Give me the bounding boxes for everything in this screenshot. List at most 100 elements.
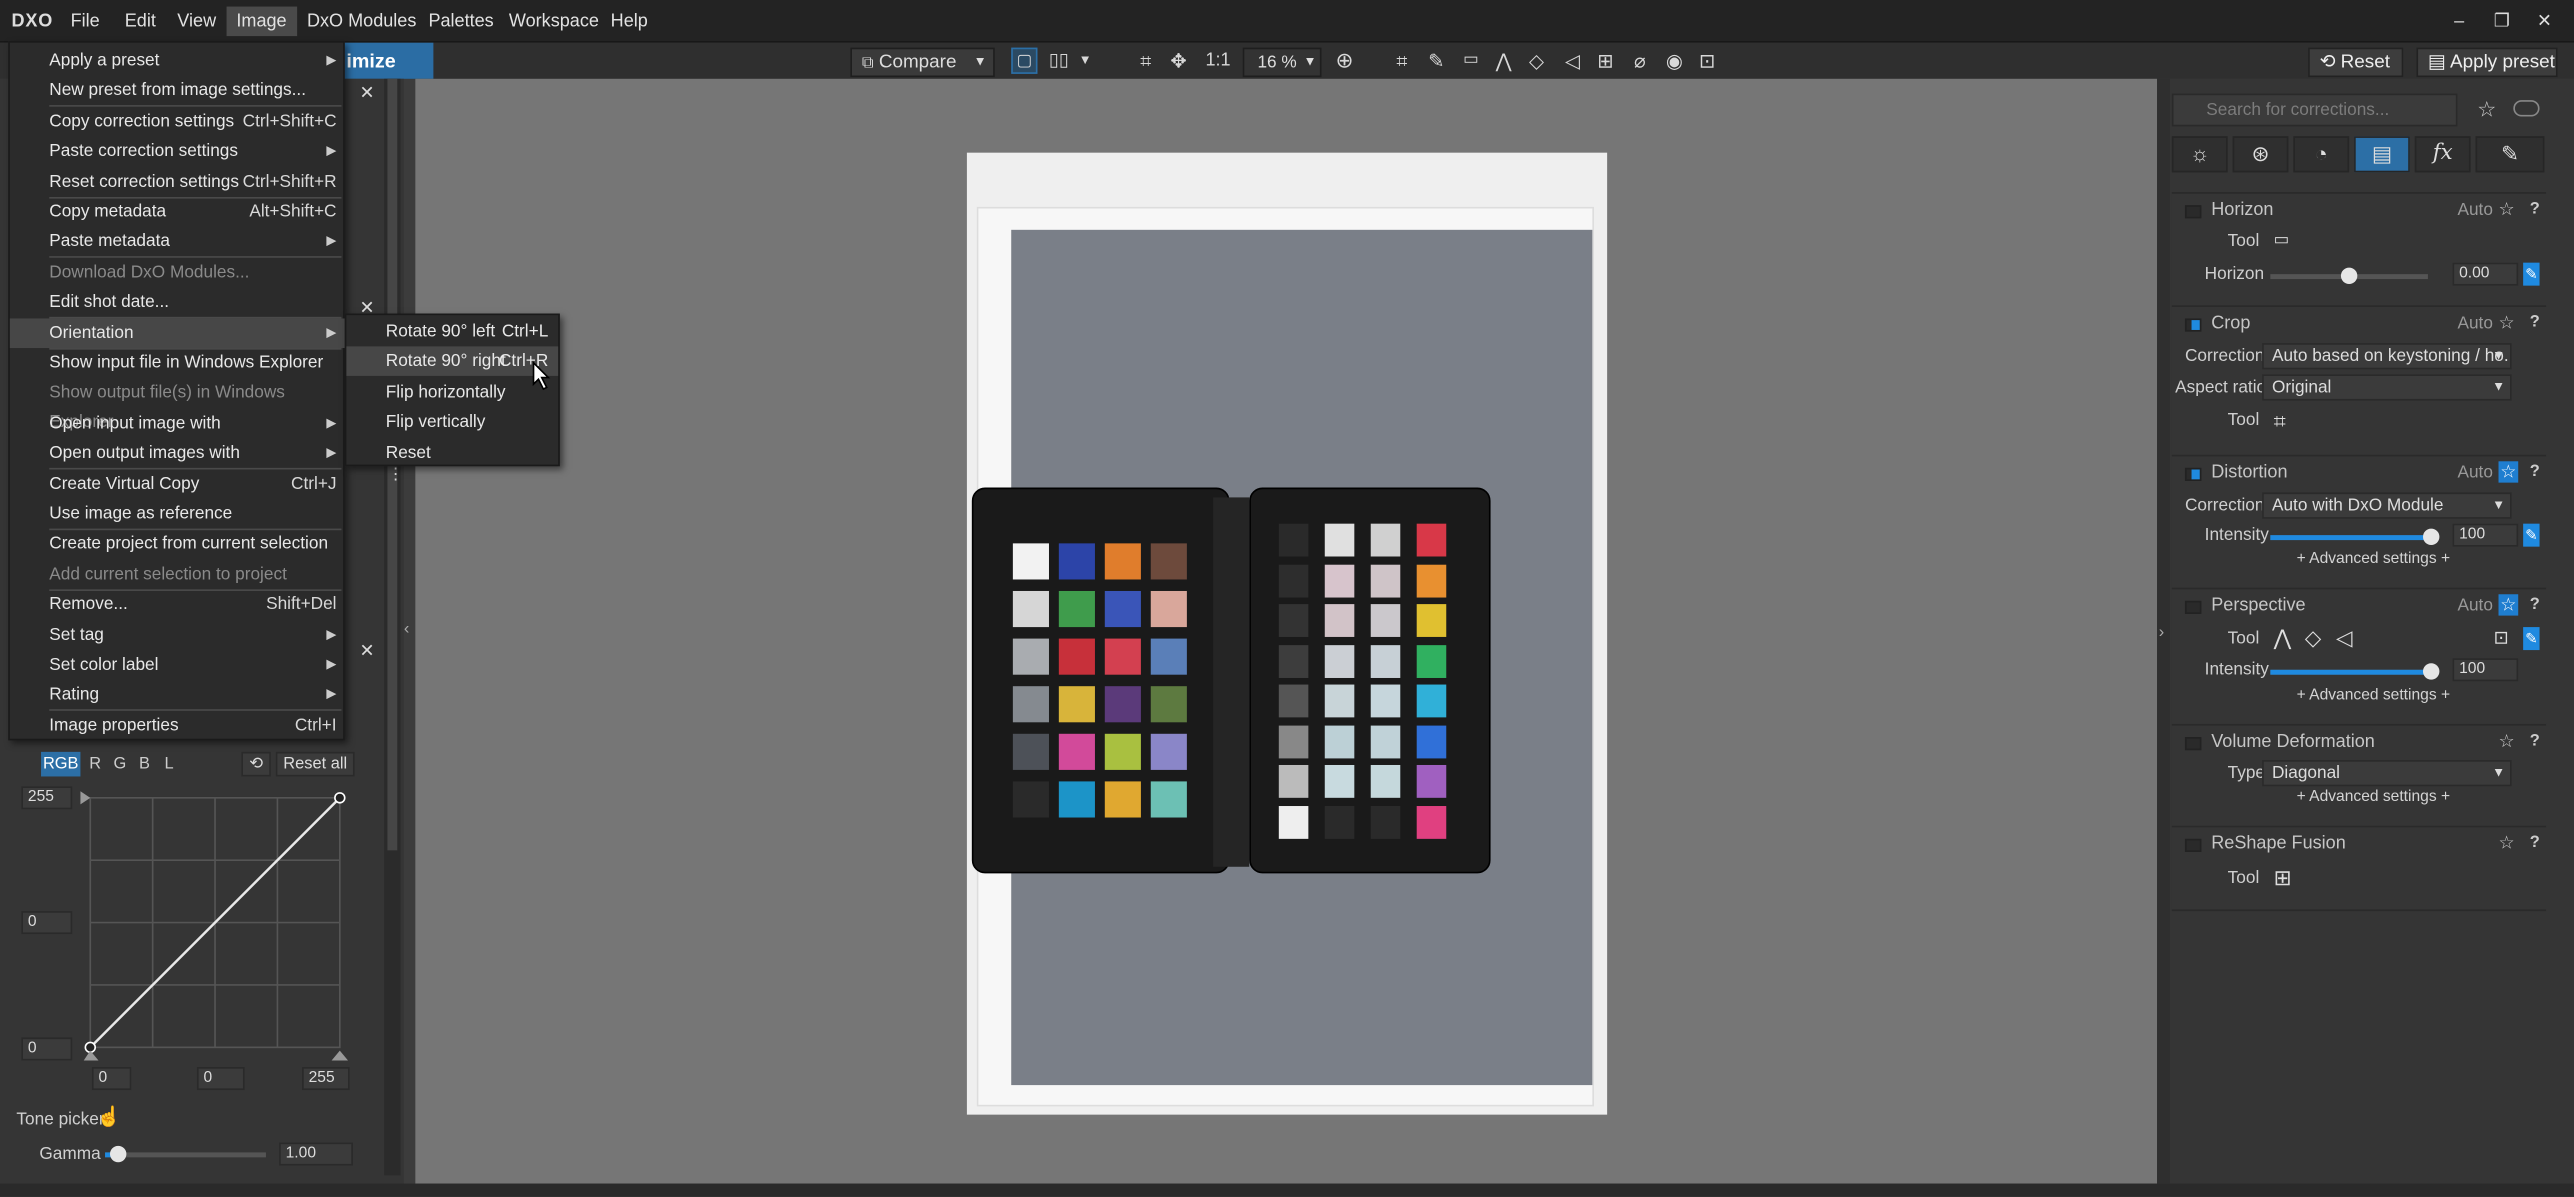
submenu-item-rotate-90-right[interactable]: Rotate 90° right Ctrl+R bbox=[346, 347, 559, 377]
split-view-icon[interactable]: ▯▯ bbox=[1044, 48, 1074, 74]
gamma-stepper[interactable]: 1.00 bbox=[279, 1142, 353, 1166]
menu-item-image-properties[interactable]: Image properties Ctrl+I bbox=[10, 710, 347, 740]
perspective-auto-tool-icon[interactable]: ⊡ bbox=[2494, 627, 2509, 650]
menu-item-reset-correction-settings[interactable]: Reset correction settings Ctrl+Shift+R bbox=[10, 167, 347, 197]
distortion-advanced-settings-link[interactable]: + Advanced settings + bbox=[2297, 550, 2450, 568]
perspective-intensity-slider[interactable] bbox=[2270, 663, 2440, 680]
perspective-intensity-stepper[interactable]: 100 bbox=[2452, 658, 2519, 682]
corrections-search-input[interactable]: Search for corrections... bbox=[2171, 93, 2458, 127]
horizon-tool-icon[interactable]: ▭ bbox=[1458, 48, 1484, 74]
menu-help[interactable]: Help bbox=[601, 7, 658, 37]
close-window-button[interactable]: ✕ bbox=[2528, 8, 2561, 34]
tab-detail-icon[interactable]: ◔ bbox=[2293, 136, 2350, 173]
star-icon[interactable]: ☆ bbox=[2498, 594, 2519, 616]
view-mode-dropdown-icon[interactable]: ▼ bbox=[1077, 48, 1093, 74]
star-icon[interactable]: ☆ bbox=[2499, 731, 2515, 752]
help-icon[interactable]: ? bbox=[2530, 834, 2540, 852]
output-mid-stepper[interactable]: 0 bbox=[21, 911, 73, 935]
menu-item-orientation[interactable]: Orientation ▶ bbox=[9, 317, 347, 348]
horizon-enable-checkbox[interactable] bbox=[2184, 205, 2202, 219]
tab-color-icon[interactable]: ⊛ bbox=[2232, 136, 2289, 173]
toggle-icon[interactable] bbox=[2513, 100, 2540, 117]
menu-view[interactable]: View bbox=[167, 7, 226, 37]
output-max-stepper[interactable]: 255 bbox=[21, 786, 73, 810]
star-icon[interactable]: ☆ bbox=[2499, 832, 2515, 854]
gamma-slider[interactable] bbox=[105, 1145, 266, 1163]
collapse-right-panel-icon[interactable]: › bbox=[2159, 624, 2164, 642]
reshape-tool-icon[interactable]: ⊞ bbox=[1592, 48, 1618, 74]
horizon-stepper[interactable]: 0.00 bbox=[2452, 262, 2519, 286]
menu-item-remove[interactable]: Remove... Shift+Del bbox=[10, 590, 347, 620]
submenu-item-reset[interactable]: Reset bbox=[346, 438, 558, 468]
star-icon[interactable]: ☆ bbox=[2498, 461, 2519, 483]
close-icon[interactable]: ✕ bbox=[360, 640, 375, 662]
submenu-item-flip-horizontally[interactable]: Flip horizontally bbox=[346, 377, 558, 407]
menu-item-set-color-label[interactable]: Set color label ▶ bbox=[10, 650, 347, 680]
collapse-left-panel-icon[interactable]: ‹ bbox=[404, 621, 409, 639]
crop-tool-icon[interactable]: ⌗ bbox=[2274, 410, 2286, 433]
menu-palettes[interactable]: Palettes bbox=[419, 7, 504, 37]
menu-item-paste-correction-settings[interactable]: Paste correction settings ▶ bbox=[10, 137, 347, 167]
menu-item-new-preset-from-image-settings[interactable]: New preset from image settings... bbox=[10, 76, 347, 106]
menu-item-download-dxo-modules[interactable]: Download DxO Modules... bbox=[10, 257, 347, 287]
menu-workspace[interactable]: Workspace bbox=[499, 7, 609, 37]
zoom-100-button[interactable]: 1:1 bbox=[1203, 48, 1233, 74]
menu-item-copy-metadata[interactable]: Copy metadata Alt+Shift+C bbox=[10, 197, 347, 227]
submenu-item-flip-vertically[interactable]: Flip vertically bbox=[346, 407, 558, 437]
perspective-tool-icon[interactable]: ⋀ bbox=[1491, 48, 1517, 74]
more-options-icon[interactable]: ⋮ bbox=[387, 466, 403, 484]
input-mid-stepper[interactable]: 0 bbox=[196, 1067, 245, 1091]
submenu-item-rotate-90-left[interactable]: Rotate 90° left Ctrl+L bbox=[346, 317, 558, 347]
menu-dxo-modules[interactable]: DxO Modules bbox=[297, 7, 426, 37]
menu-item-copy-correction-settings[interactable]: Copy correction settings Ctrl+Shift+C bbox=[10, 106, 347, 136]
tab-customize[interactable]: imize bbox=[336, 42, 434, 79]
distortion-auto-label[interactable]: Auto bbox=[2457, 463, 2492, 483]
crop-auto-label[interactable]: Auto bbox=[2457, 314, 2492, 334]
help-icon[interactable]: ? bbox=[2530, 463, 2540, 481]
fit-screen-icon[interactable]: ⌗ bbox=[1133, 48, 1159, 74]
star-icon[interactable]: ☆ bbox=[2499, 199, 2515, 220]
channel-b-tab[interactable]: B bbox=[133, 752, 156, 777]
horizon-auto-label[interactable]: Auto bbox=[2457, 200, 2492, 220]
menu-item-create-project-from-current-selection[interactable]: Create project from current selection bbox=[10, 529, 347, 559]
perspective-8pt-tool-icon[interactable]: ◁ bbox=[2336, 626, 2352, 650]
reset-button[interactable]: ⟲ Reset bbox=[2308, 47, 2404, 78]
menu-item-paste-metadata[interactable]: Paste metadata ▶ bbox=[10, 227, 347, 257]
menu-item-show-input-file-in-windows-explorer[interactable]: Show input file in Windows Explorer bbox=[10, 348, 347, 378]
reshape-enable-checkbox[interactable] bbox=[2184, 838, 2202, 852]
apply-preset-button[interactable]: ▤ Apply preset bbox=[2416, 47, 2558, 78]
volume-enable-checkbox[interactable] bbox=[2184, 737, 2202, 751]
red-eye-tool-icon[interactable]: ◉ bbox=[1661, 48, 1687, 74]
distortion-intensity-slider[interactable] bbox=[2270, 528, 2440, 546]
tab-local-adjustments-icon[interactable]: ✎ bbox=[2475, 136, 2545, 173]
close-icon[interactable]: ✕ bbox=[360, 82, 375, 104]
distortion-enable-checkbox[interactable] bbox=[2184, 467, 2202, 481]
distortion-correction-select[interactable]: Auto with DxO Module ▼ bbox=[2262, 492, 2512, 519]
menu-file[interactable]: File bbox=[61, 7, 110, 37]
tab-light-icon[interactable]: ☼ bbox=[2171, 136, 2228, 173]
horizon-slider[interactable] bbox=[2270, 267, 2428, 284]
perspective-rect-tool-icon[interactable]: ◇ bbox=[2305, 626, 2321, 650]
perspective-auto-label[interactable]: Auto bbox=[2457, 596, 2492, 616]
input-max-stepper[interactable]: 255 bbox=[302, 1067, 350, 1091]
menu-item-open-output-images-with[interactable]: Open output images with ▶ bbox=[10, 439, 347, 469]
menu-image[interactable]: Image bbox=[226, 6, 297, 37]
perspective-picker-icon[interactable]: ✎ bbox=[2523, 627, 2540, 651]
repair-tool-icon[interactable]: ⌀ bbox=[1627, 48, 1653, 74]
output-min-stepper[interactable]: 0 bbox=[21, 1037, 73, 1061]
help-icon[interactable]: ? bbox=[2530, 314, 2540, 332]
help-icon[interactable]: ? bbox=[2530, 732, 2540, 750]
reset-all-button[interactable]: Reset all bbox=[275, 751, 355, 777]
move-icon[interactable]: ✥ bbox=[1166, 48, 1192, 74]
distortion-intensity-stepper[interactable]: 100 bbox=[2452, 523, 2519, 547]
channel-g-tab[interactable]: G bbox=[108, 752, 131, 777]
menu-item-rating[interactable]: Rating ▶ bbox=[10, 680, 347, 710]
tab-effects-icon[interactable]: fx bbox=[2414, 136, 2471, 173]
help-icon[interactable]: ? bbox=[2530, 200, 2540, 218]
menu-item-use-image-as-reference[interactable]: Use image as reference bbox=[10, 499, 347, 529]
menu-item-create-virtual-copy[interactable]: Create Virtual Copy Ctrl+J bbox=[10, 469, 347, 499]
channel-rgb-tab[interactable]: RGB bbox=[41, 751, 81, 777]
volume-advanced-settings-link[interactable]: + Advanced settings + bbox=[2297, 788, 2450, 806]
reshape-tool-icon[interactable]: ⊞ bbox=[2274, 866, 2292, 890]
channel-l-tab[interactable]: L bbox=[158, 752, 181, 777]
